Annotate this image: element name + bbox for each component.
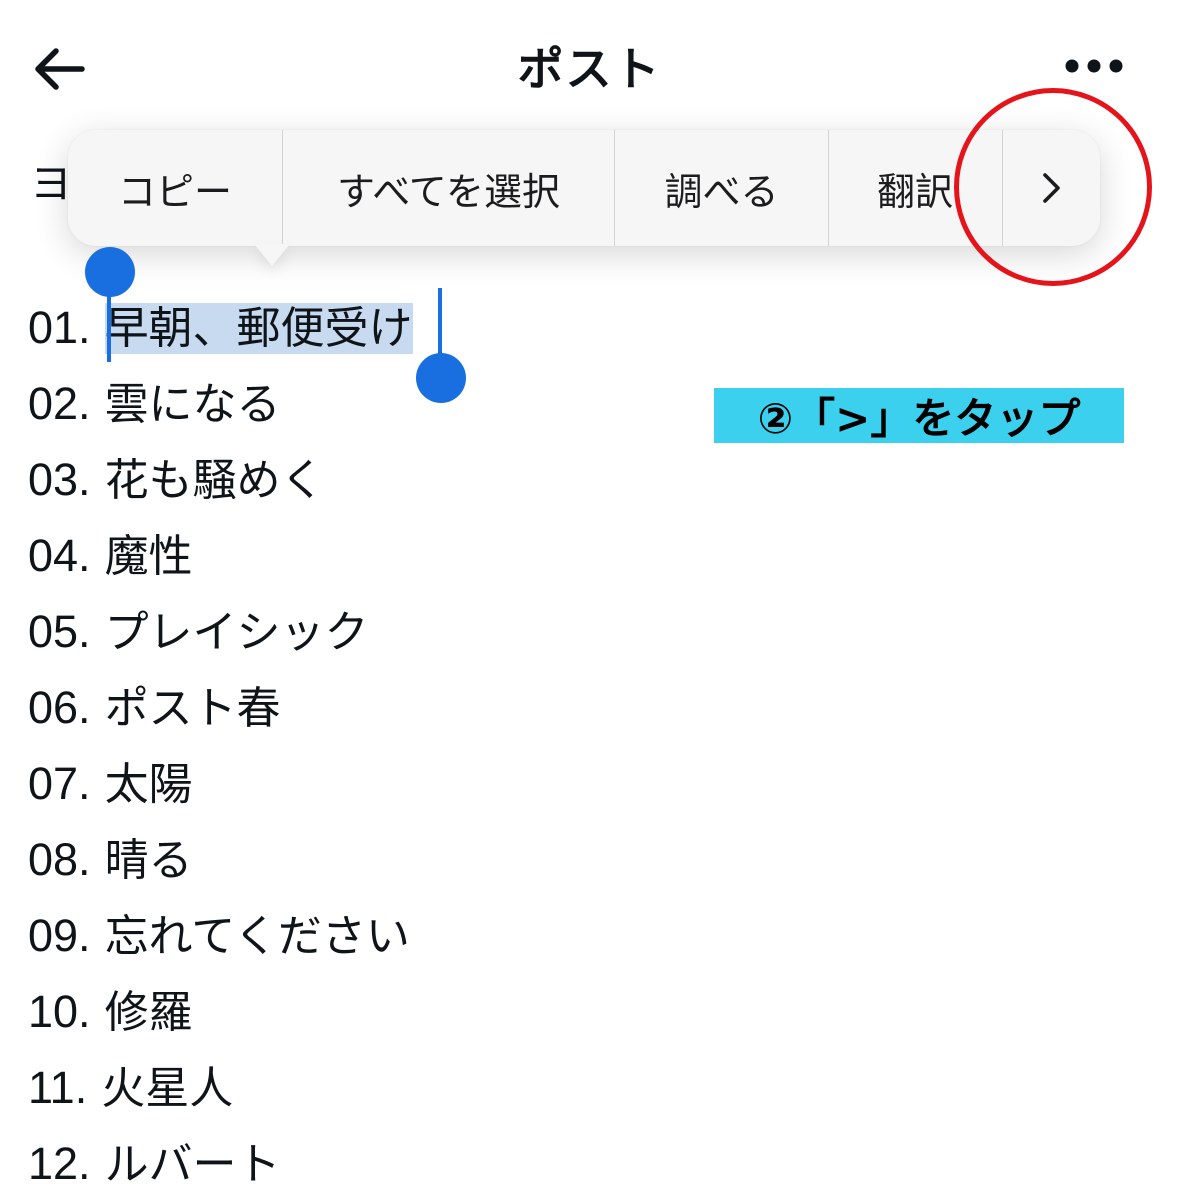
select-all-menu-item[interactable]: すべてを選択 — [283, 130, 614, 246]
more-horizontal-icon — [1065, 59, 1123, 73]
track-number: 03. — [28, 454, 91, 505]
track-number: 05. — [28, 606, 91, 657]
track-title: 太陽 — [104, 759, 193, 810]
track-title: 修羅 — [104, 987, 193, 1038]
track-item: 03. 花も騒めく — [28, 442, 413, 518]
instruction-annotation: ②「>」をタップ — [714, 388, 1124, 443]
track-item: 05. プレイシック — [28, 594, 413, 670]
track-number: 08. — [28, 834, 91, 885]
track-title: 火星人 — [101, 1063, 234, 1114]
track-item: 07. 太陽 — [28, 746, 413, 822]
track-number: 09. — [28, 910, 91, 961]
track-number: 07. — [28, 758, 91, 809]
track-number: 02. — [28, 378, 91, 429]
selection-end-handle[interactable] — [416, 353, 466, 403]
track-title: プレイシック — [104, 607, 369, 658]
track-title: 花も騒めく — [104, 455, 325, 506]
highlight-circle — [954, 88, 1152, 286]
menu-pointer — [254, 244, 290, 266]
track-number: 11. — [28, 1062, 88, 1113]
text-selection-menu: コピー すべてを選択 調べる 翻訳 — [68, 130, 1100, 246]
track-title: 晴る — [104, 835, 193, 886]
track-item: 08. 晴る — [28, 822, 413, 898]
track-title: 忘れてください — [104, 911, 410, 962]
track-item: 12. ルバート — [28, 1126, 413, 1202]
track-number: 10. — [28, 986, 91, 1037]
track-item: 01. 早朝、郵便受け — [28, 290, 413, 366]
track-number: 01. — [28, 302, 91, 353]
selected-track-title[interactable]: 早朝、郵便受け — [104, 303, 413, 354]
more-options-button[interactable] — [1058, 44, 1130, 88]
page-title: ポスト — [517, 42, 662, 96]
track-item: 06. ポスト春 — [28, 670, 413, 746]
track-number: 12. — [28, 1138, 91, 1189]
track-title: ルバート — [104, 1139, 281, 1190]
post-text-line: ヨ — [30, 159, 73, 208]
track-item: 04. 魔性 — [28, 518, 413, 594]
track-title: 雲になる — [104, 379, 281, 430]
track-title: ポスト春 — [104, 683, 281, 734]
track-item: 11. 火星人 — [28, 1050, 413, 1126]
copy-menu-item[interactable]: コピー — [68, 130, 282, 246]
track-item: 02. 雲になる — [28, 366, 413, 442]
look-up-menu-item[interactable]: 調べる — [615, 130, 828, 246]
track-title: 魔性 — [104, 531, 193, 582]
track-item: 09. 忘れてください — [28, 898, 413, 974]
tracklist: 01. 早朝、郵便受け 02. 雲になる 03. 花も騒めく 04. 魔性 05… — [28, 290, 413, 1202]
track-item: 10. 修羅 — [28, 974, 413, 1050]
track-number: 04. — [28, 530, 91, 581]
selection-start-caret — [107, 286, 111, 362]
track-number: 06. — [28, 682, 91, 733]
